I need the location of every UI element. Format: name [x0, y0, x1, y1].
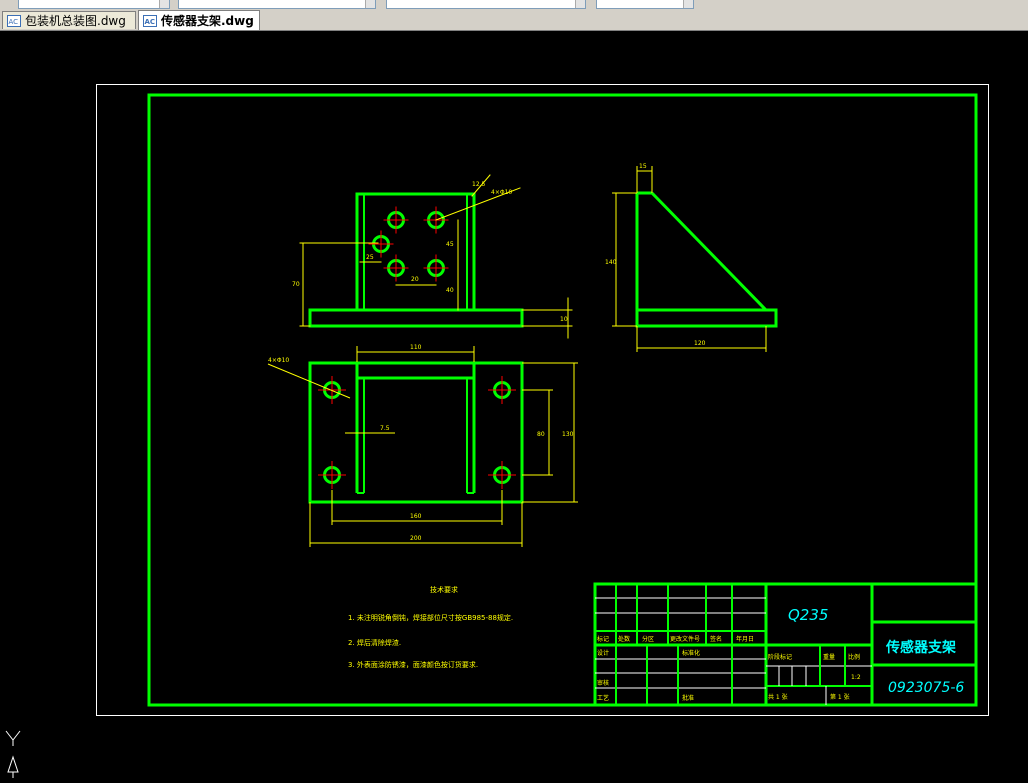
tab-sensor-bracket[interactable]: AC 传感器支架.dwg [138, 10, 260, 30]
layer-combo[interactable] [18, 0, 170, 9]
document-tabbar: AC 包装机总装图.dwg AC 传感器支架.dwg [0, 9, 1028, 31]
tb-label-signature: 签名 [710, 635, 722, 643]
dim-label: 80 [537, 431, 545, 438]
tech-req-item: 1. 未注明锐角倒钝，焊接部位尺寸按GB985-88规定. [348, 613, 513, 622]
tech-req-item: 2. 焊后清除焊渣. [348, 638, 401, 647]
tb-label-ratio: 比例 [848, 653, 860, 661]
tb-label-count: 处数 [618, 635, 630, 643]
tb-label-mark: 标记 [597, 635, 609, 643]
tab-assembly-drawing[interactable]: AC 包装机总装图.dwg [2, 11, 136, 29]
front-view: 70 25 20 45 40 10 12.5 4×Φ10 [292, 174, 573, 339]
lineweight-combo[interactable] [386, 0, 586, 9]
sheet-border [96, 84, 989, 716]
combo-arrow-icon[interactable] [575, 0, 585, 8]
tb-label-standardize: 标准化 [682, 649, 700, 657]
dwg-file-icon: AC [7, 14, 21, 27]
title-block: 标记 处数 分区 更改文件号 签名 年月日 设计 标准化 审核 工艺 批准 阶段… [593, 582, 978, 707]
dim-label: 45 [446, 241, 454, 248]
tb-label-process: 工艺 [597, 694, 609, 702]
tb-label-change: 更改文件号 [670, 635, 700, 643]
tb-label-approve: 批准 [682, 694, 694, 702]
plan-view: 110 7.5 80 130 160 200 4×Φ10 [267, 344, 578, 547]
combo-arrow-icon[interactable] [683, 0, 693, 8]
part-name-label: 传感器支架 [885, 639, 956, 656]
dim-label: 12.5 [472, 181, 486, 188]
dim-label: 160 [410, 513, 422, 520]
dim-label: 200 [410, 535, 422, 542]
tb-label-zone: 分区 [642, 635, 654, 643]
combo-arrow-icon[interactable] [365, 0, 375, 8]
svg-text:AC: AC [145, 18, 156, 26]
tb-label-stage: 阶段标记 [768, 653, 792, 661]
dim-label: 140 [605, 259, 617, 266]
drawing-canvas[interactable]: 70 25 20 45 40 10 12.5 4×Φ10 15 140 120 … [0, 31, 1028, 779]
drawing-svg[interactable]: 70 25 20 45 40 10 12.5 4×Φ10 15 140 120 … [0, 31, 1028, 779]
dim-label: 110 [410, 344, 422, 351]
tb-label-weight: 重量 [823, 653, 835, 661]
ucs-icon [5, 730, 21, 778]
dim-label: 15 [639, 163, 647, 170]
tb-label-date: 年月日 [736, 635, 754, 643]
dim-label: 25 [366, 254, 374, 261]
dim-label: 7.5 [380, 425, 390, 432]
dim-label: 20 [411, 276, 419, 283]
dim-label: 40 [446, 287, 454, 294]
combo-arrow-icon[interactable] [159, 0, 169, 8]
dim-label: 70 [292, 281, 300, 288]
tb-scale: 1:2 [851, 674, 861, 681]
svg-text:AC: AC [9, 18, 19, 26]
dim-label: 120 [694, 340, 706, 347]
tb-label-review: 审核 [597, 679, 609, 687]
tb-sheet-no: 第 1 张 [830, 693, 850, 701]
tech-req-item: 3. 外表面涂防锈漆，面漆颜色按订货要求. [348, 660, 478, 669]
material-label: Q235 [788, 606, 828, 624]
side-view: 15 140 120 [605, 163, 778, 352]
dim-label: 4×Φ10 [268, 357, 289, 364]
plotstyle-combo[interactable] [596, 0, 694, 9]
dim-label: 130 [562, 431, 574, 438]
tab-label: 包装机总装图.dwg [25, 14, 126, 28]
frame-border [147, 93, 978, 707]
tab-label: 传感器支架.dwg [161, 14, 254, 28]
dwg-file-icon: AC [143, 14, 157, 27]
dim-label: 4×Φ10 [491, 189, 512, 196]
linetype-combo[interactable] [178, 0, 376, 9]
dim-label: 10 [560, 316, 568, 323]
tb-sheet-total: 共 1 张 [768, 693, 788, 701]
drawing-number-label: 0923075-6 [888, 680, 964, 696]
tb-label-designer: 设计 [597, 649, 609, 657]
technical-requirements: 技术要求 1. 未注明锐角倒钝，焊接部位尺寸按GB985-88规定. 2. 焊后… [348, 585, 513, 669]
tech-req-title: 技术要求 [430, 585, 458, 594]
